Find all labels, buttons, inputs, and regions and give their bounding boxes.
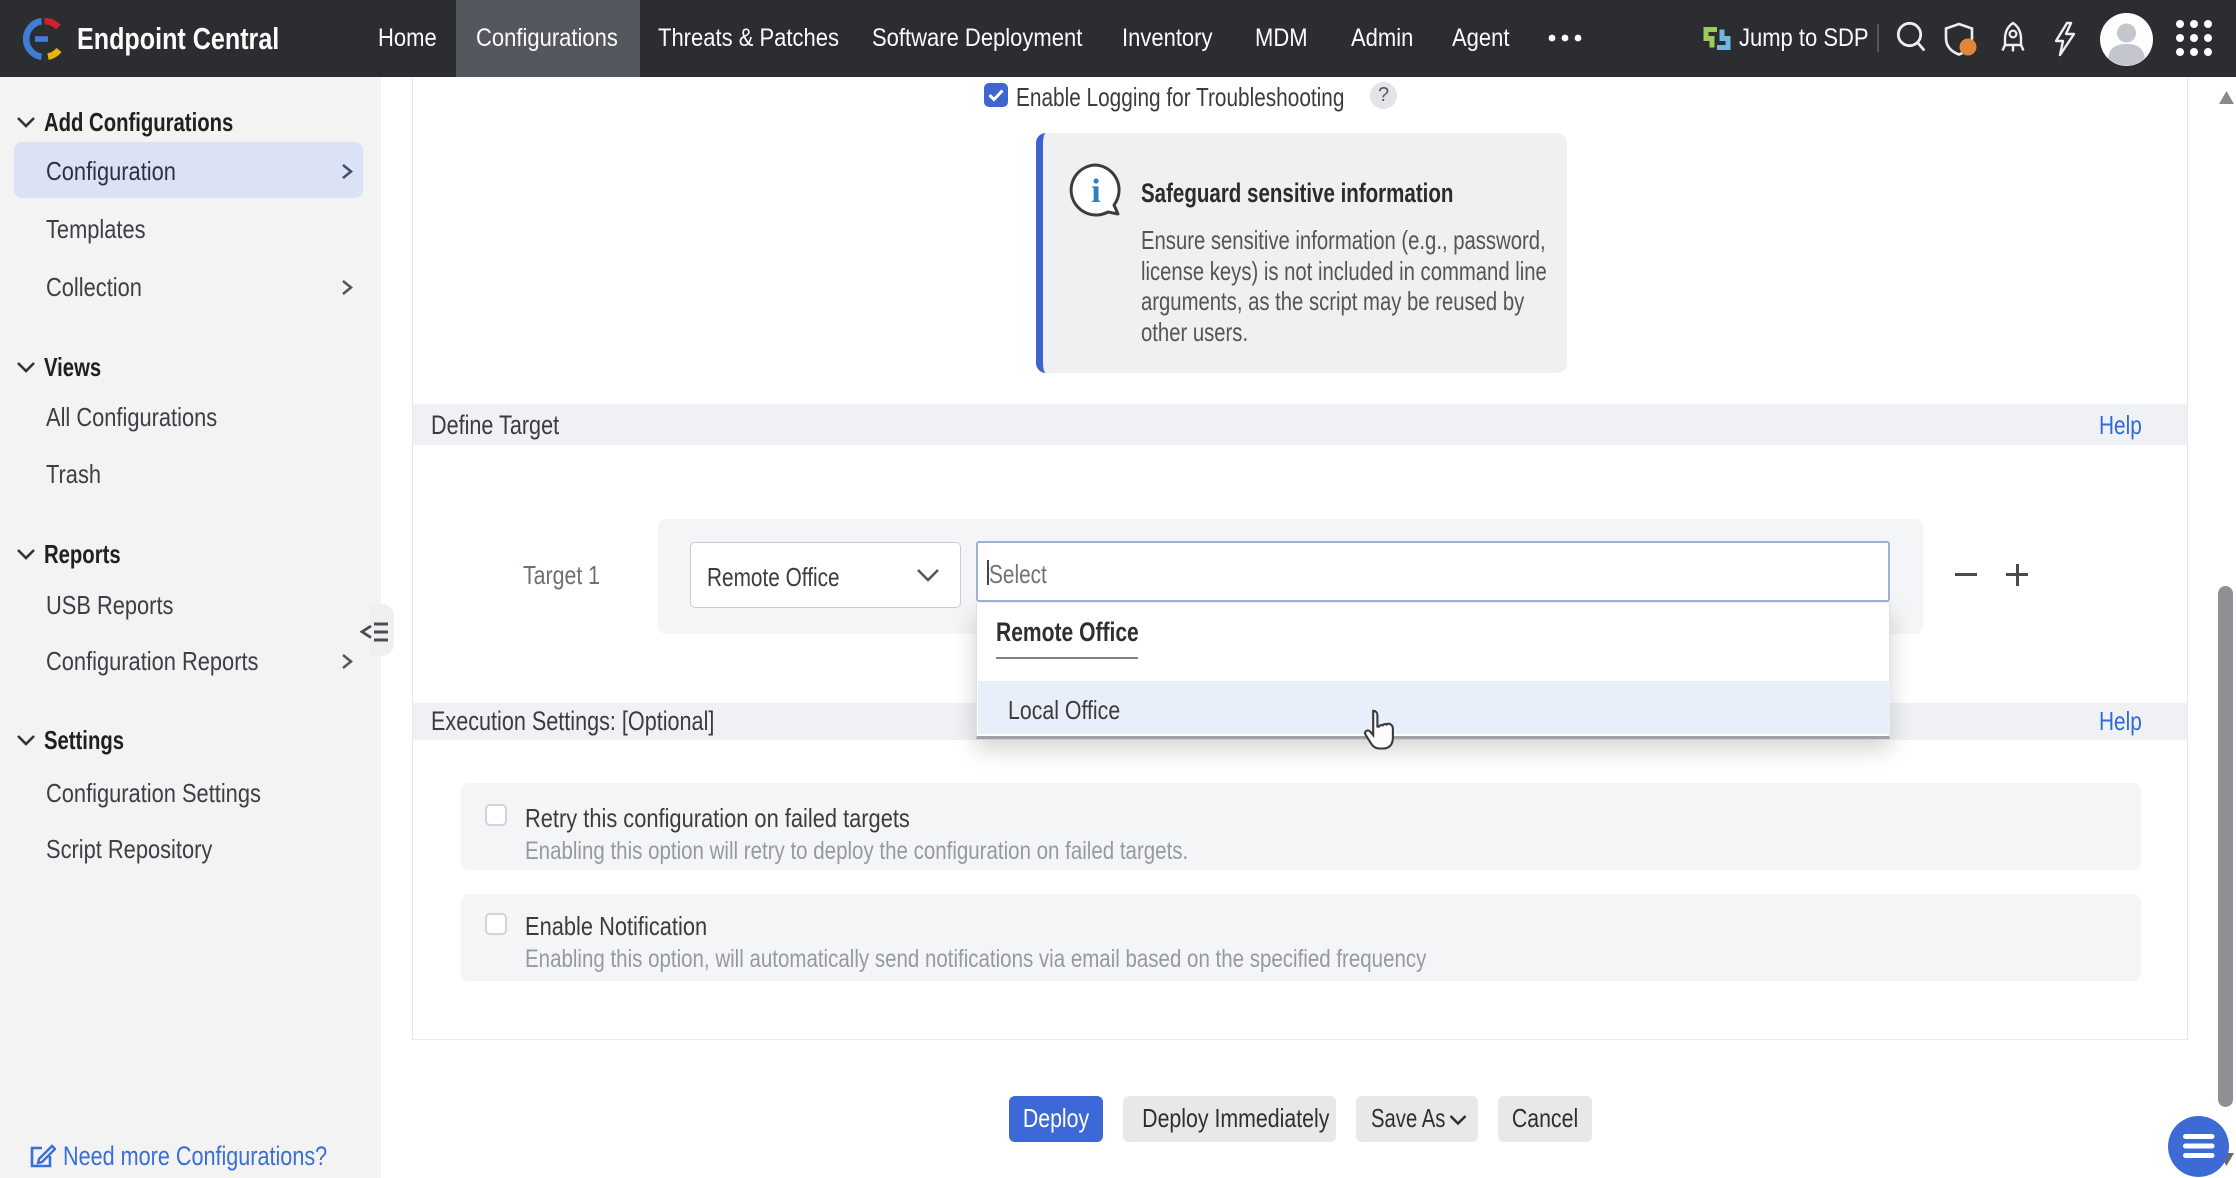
svg-text:i: i — [1091, 173, 1100, 210]
